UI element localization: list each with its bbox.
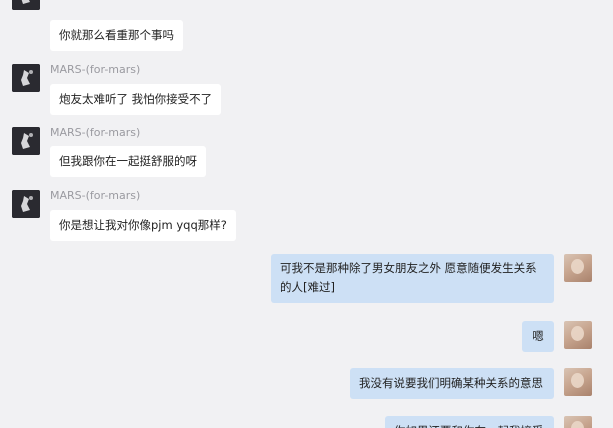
sender-name: MARS-(for-mars) xyxy=(50,126,141,139)
user-avatar[interactable] xyxy=(564,368,592,396)
message-bubble-incoming[interactable]: 但我跟你在一起挺舒服的呀 xyxy=(50,146,206,177)
user-avatar[interactable] xyxy=(564,254,592,282)
user-avatar[interactable] xyxy=(564,321,592,349)
contact-avatar[interactable] xyxy=(12,190,40,218)
message-bubble-outgoing[interactable]: 你如果还要和你在一起我接受 xyxy=(385,416,554,428)
message-bubble-outgoing[interactable]: 可我不是那种除了男女朋友之外 愿意随便发生关系 的人[难过] xyxy=(271,254,554,303)
user-avatar[interactable] xyxy=(564,416,592,428)
contact-avatar-image xyxy=(12,190,40,218)
message-bubble-incoming[interactable]: 你就那么看重那个事吗 xyxy=(50,20,183,51)
message-bubble-incoming[interactable]: 你是想让我对你像pjm yqq那样? xyxy=(50,210,236,241)
contact-avatar[interactable] xyxy=(12,64,40,92)
message-text-line: 可我不是那种除了男女朋友之外 愿意随便发生关系 xyxy=(280,261,537,275)
message-text-line: 的人[难过] xyxy=(280,280,335,294)
message-bubble-incoming[interactable]: 炮友太难听了 我怕你接受不了 xyxy=(50,84,222,115)
contact-avatar-image xyxy=(12,127,40,155)
contact-avatar[interactable] xyxy=(12,0,40,10)
chat-message-area[interactable]: 你就那么看重那个事吗 MARS-(for-mars) 炮友太难听了 我怕你接受不… xyxy=(0,0,613,428)
contact-avatar-image xyxy=(12,0,40,10)
message-bubble-outgoing[interactable]: 我没有说要我们明确某种关系的意思 xyxy=(350,368,554,399)
sender-name: MARS-(for-mars) xyxy=(50,63,141,76)
message-bubble-outgoing[interactable]: 嗯 xyxy=(522,321,554,352)
sender-name: MARS-(for-mars) xyxy=(50,189,141,202)
contact-avatar[interactable] xyxy=(12,127,40,155)
contact-avatar-image xyxy=(12,64,40,92)
